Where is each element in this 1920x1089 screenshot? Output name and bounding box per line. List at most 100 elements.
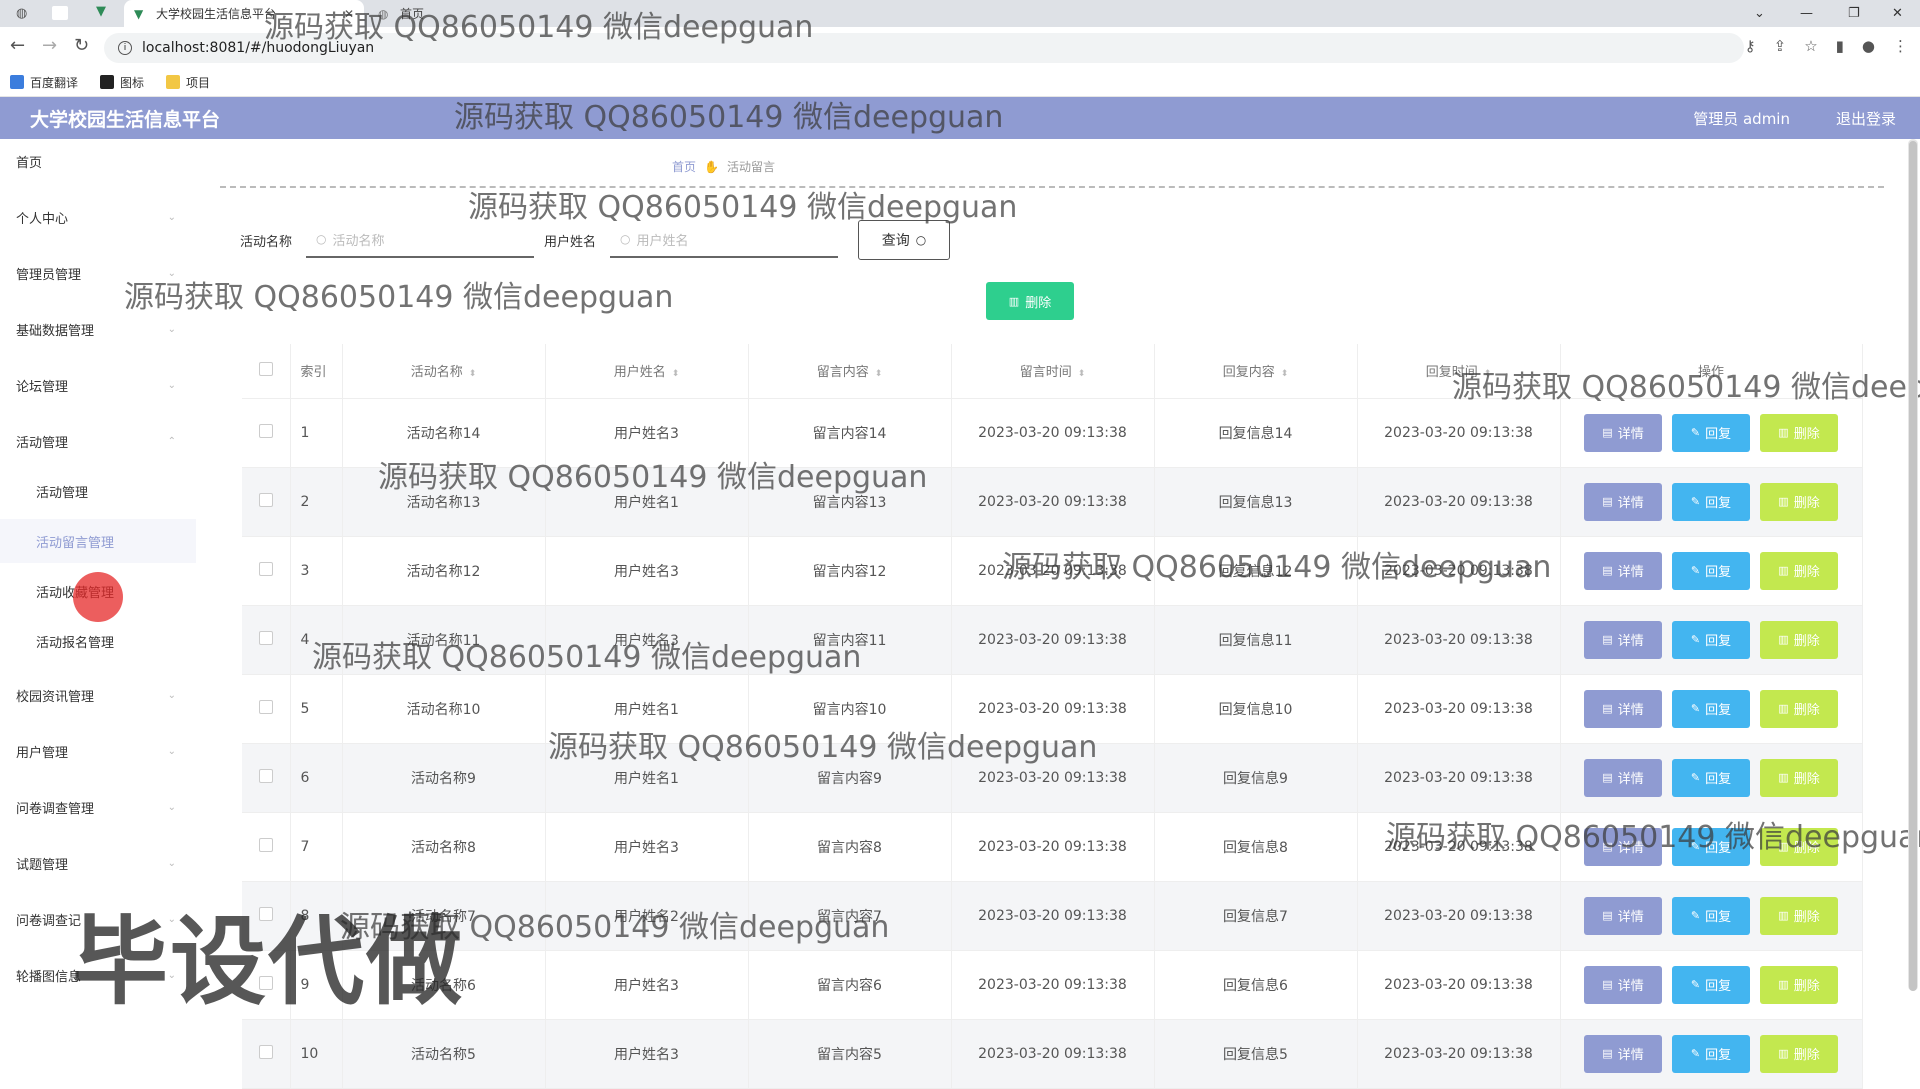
row-checkbox[interactable] <box>258 906 273 921</box>
row-select-cell[interactable] <box>242 605 291 675</box>
detail-button[interactable]: ▤ 详情 <box>1584 620 1662 659</box>
delete-button[interactable]: ▥ 删除 <box>1760 413 1838 452</box>
forward-icon[interactable]: → <box>42 35 57 56</box>
reply-button[interactable]: ✎ 回复 <box>1672 1034 1750 1073</box>
sort-icon[interactable]: ⬍ <box>1281 369 1289 379</box>
column-header[interactable]: 回复内容 ⬍ <box>1154 344 1358 399</box>
tab-active[interactable]: ▼ 大学校园生活信息平台 ✕ <box>124 0 364 27</box>
sidebar-item-forum[interactable]: 论坛管理 ⌄ <box>0 363 196 407</box>
row-checkbox[interactable] <box>258 423 273 438</box>
address-bar[interactable]: i localhost:8081/#/huodongLiuyan <box>104 33 1744 63</box>
reply-button[interactable]: ✎ 回复 <box>1672 827 1750 866</box>
column-header[interactable]: 用户姓名 ⬍ <box>545 344 749 399</box>
row-select-cell[interactable] <box>242 812 291 882</box>
activity-name-input[interactable]: ○ 活动名称 <box>306 222 535 258</box>
sort-icon[interactable]: ⬍ <box>1078 369 1086 379</box>
info-icon[interactable]: i <box>118 41 132 55</box>
tab-icon[interactable] <box>52 6 68 20</box>
reply-button[interactable]: ✎ 回复 <box>1672 482 1750 521</box>
bookmark-icons[interactable]: 图标 <box>100 74 144 91</box>
delete-button[interactable]: ▥ 删除 <box>1760 965 1838 1004</box>
sort-icon[interactable]: ⬍ <box>875 369 883 379</box>
row-checkbox[interactable] <box>258 630 273 645</box>
delete-button[interactable]: ▥ 删除 <box>1760 551 1838 590</box>
bookmark-project[interactable]: 项目 <box>166 74 210 91</box>
sort-icon[interactable]: ⬍ <box>1484 369 1492 379</box>
column-header[interactable]: 留言时间 ⬍ <box>951 344 1155 399</box>
share-icon[interactable]: ⇪ <box>1774 37 1787 55</box>
detail-button[interactable]: ▤ 详情 <box>1584 896 1662 935</box>
profile-icon[interactable]: ● <box>1862 37 1875 55</box>
reply-button[interactable]: ✎ 回复 <box>1672 689 1750 728</box>
row-checkbox[interactable] <box>258 1044 273 1059</box>
row-checkbox[interactable] <box>258 492 273 507</box>
delete-button[interactable]: ▥ 删除 <box>1760 896 1838 935</box>
column-header[interactable]: 留言内容 ⬍ <box>748 344 952 399</box>
row-select-cell[interactable] <box>242 398 291 468</box>
batch-delete-button[interactable]: ▥ 删除 <box>986 282 1074 320</box>
sidebar-icon[interactable]: ▮ <box>1836 37 1844 55</box>
detail-button[interactable]: ▤ 详情 <box>1584 551 1662 590</box>
sidebar-item-basic-data[interactable]: 基础数据管理 ⌄ <box>0 307 196 351</box>
select-all-cell[interactable] <box>242 344 291 399</box>
star-icon[interactable]: ☆ <box>1804 37 1817 55</box>
sidebar-item-users[interactable]: 用户管理 ⌄ <box>0 729 196 773</box>
sidebar-item-admin[interactable]: 管理员管理 ⌄ <box>0 251 196 295</box>
sidebar-item-home[interactable]: 首页 <box>0 139 196 183</box>
reload-icon[interactable]: ↻ <box>74 35 89 56</box>
reply-button[interactable]: ✎ 回复 <box>1672 413 1750 452</box>
row-select-cell[interactable] <box>242 536 291 606</box>
row-checkbox[interactable] <box>258 837 273 852</box>
detail-button[interactable]: ▤ 详情 <box>1584 965 1662 1004</box>
restore-icon[interactable]: ❐ <box>1848 0 1860 27</box>
tab-other[interactable]: ◍ 首页 <box>364 0 594 27</box>
row-checkbox[interactable] <box>258 699 273 714</box>
query-button[interactable]: 查询 ○ <box>858 220 951 260</box>
detail-button[interactable]: ▤ 详情 <box>1584 689 1662 728</box>
row-select-cell[interactable] <box>242 881 291 951</box>
reply-button[interactable]: ✎ 回复 <box>1672 758 1750 797</box>
sidebar-item-profile[interactable]: 个人中心 ⌄ <box>0 195 196 239</box>
reply-button[interactable]: ✎ 回复 <box>1672 965 1750 1004</box>
breadcrumb-home[interactable]: 首页 <box>672 158 696 175</box>
column-header[interactable]: 回复时间 ⬍ <box>1357 344 1561 399</box>
sidebar-item-activity-message[interactable]: 活动留言管理 <box>0 519 196 563</box>
delete-button[interactable]: ▥ 删除 <box>1760 689 1838 728</box>
row-select-cell[interactable] <box>242 674 291 744</box>
minimize-icon[interactable]: — <box>1800 0 1813 27</box>
row-select-cell[interactable] <box>242 950 291 1020</box>
sort-icon[interactable]: ⬍ <box>469 369 477 379</box>
row-checkbox[interactable] <box>258 561 273 576</box>
sidebar-item-carousel[interactable]: 轮播图信息 ⌄ <box>0 953 196 997</box>
row-checkbox[interactable] <box>258 768 273 783</box>
delete-button[interactable]: ▥ 删除 <box>1760 482 1838 521</box>
detail-button[interactable]: ▤ 详情 <box>1584 758 1662 797</box>
sidebar-item-survey[interactable]: 问卷调查管理 ⌄ <box>0 785 196 829</box>
page-scrollbar[interactable] <box>1908 139 1918 991</box>
delete-button[interactable]: ▥ 删除 <box>1760 1034 1838 1073</box>
close-tab-icon[interactable]: ✕ <box>344 7 354 21</box>
back-icon[interactable]: ← <box>10 35 25 56</box>
scrollbar-thumb[interactable] <box>1909 141 1917 991</box>
delete-button[interactable]: ▥ 删除 <box>1760 827 1838 866</box>
tab-list-icon[interactable]: ⌄ <box>1754 0 1765 27</box>
sidebar-item-activity-signup[interactable]: 活动报名管理 <box>0 619 196 663</box>
select-all-checkbox[interactable] <box>258 361 273 376</box>
row-select-cell[interactable] <box>242 1019 291 1089</box>
key-icon[interactable]: ⚷ <box>1745 37 1756 55</box>
detail-button[interactable]: ▤ 详情 <box>1584 1034 1662 1073</box>
column-header[interactable]: 活动名称 ⬍ <box>342 344 546 399</box>
user-name-input[interactable]: ○ 用户姓名 <box>610 222 839 258</box>
bookmark-baidu-translate[interactable]: 百度翻译 <box>10 74 78 91</box>
detail-button[interactable]: ▤ 详情 <box>1584 827 1662 866</box>
close-window-icon[interactable]: ✕ <box>1892 0 1903 27</box>
delete-button[interactable]: ▥ 删除 <box>1760 758 1838 797</box>
detail-button[interactable]: ▤ 详情 <box>1584 482 1662 521</box>
sort-icon[interactable]: ⬍ <box>672 369 680 379</box>
reply-button[interactable]: ✎ 回复 <box>1672 896 1750 935</box>
reply-button[interactable]: ✎ 回复 <box>1672 551 1750 590</box>
sidebar-item-survey-records[interactable]: 问卷调查记 ⌄ <box>0 897 196 941</box>
sidebar-item-activity-manage[interactable]: 活动管理 <box>0 469 196 513</box>
row-checkbox[interactable] <box>258 975 273 990</box>
delete-button[interactable]: ▥ 删除 <box>1760 620 1838 659</box>
